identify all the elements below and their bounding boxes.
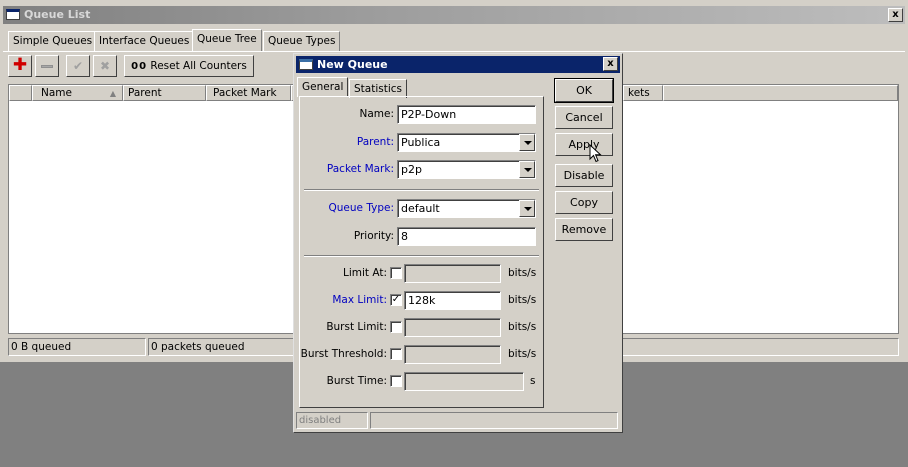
dialog-title: New Queue [317,58,388,71]
tab-simple-queues[interactable]: Simple Queues [8,31,98,51]
dialog-window-icon [299,59,313,70]
packet-mark-label: Packet Mark: [326,163,394,175]
status-queued-bytes: 0 B queued [8,338,146,356]
column-parent[interactable]: Parent [123,85,206,101]
status-queued-packets: 0 packets queued [148,338,294,356]
priority-input[interactable]: 8 [397,227,536,246]
dialog-status: disabled [296,412,368,429]
x-icon: ✖ [99,59,111,73]
packet-mark-select[interactable]: p2p [397,160,536,179]
burst-limit-checkbox[interactable] [390,321,402,333]
dialog-titlebar[interactable]: New Queue x [296,56,620,73]
dialog-status-empty [370,412,618,429]
chevron-down-icon[interactable] [519,200,535,217]
queue-type-value: default [401,202,440,215]
burst-threshold-checkbox[interactable] [390,348,402,360]
status-empty [622,338,899,356]
check-icon: ✔ [72,59,84,73]
column-name-label: Name [41,87,72,99]
burst-time-label: Burst Time: [326,375,387,387]
apply-button[interactable]: Apply [555,133,613,156]
window-icon [6,9,20,20]
parent-select[interactable]: Publica [397,133,536,152]
add-button[interactable]: ✚ [8,55,32,77]
burst-time-unit: s [530,375,536,387]
column-filler [663,85,898,101]
max-limit-checkbox[interactable]: ✓ [390,294,402,306]
burst-threshold-label: Burst Threshold: [300,348,387,360]
queue-type-label: Queue Type: [328,202,395,214]
max-limit-label: Max Limit: [332,294,387,306]
dialog-close-icon[interactable]: x [603,57,618,71]
column-select[interactable] [9,85,32,101]
separator [304,189,539,191]
chevron-down-icon[interactable] [519,134,535,151]
enable-button[interactable]: ✔ [66,55,90,77]
limit-at-input[interactable] [404,264,501,283]
tab-queue-types[interactable]: Queue Types [263,31,341,51]
column-packet-mark[interactable]: Packet Mark [206,85,291,101]
column-packets[interactable]: kets [623,85,663,101]
copy-button[interactable]: Copy [555,191,613,214]
reset-all-counters-label: Reset All Counters [150,60,247,72]
burst-threshold-input[interactable] [404,345,501,364]
max-limit-unit: bits/s [508,294,537,306]
limit-at-label: Limit At: [342,267,387,279]
tab-interface-queues[interactable]: Interface Queues [94,31,195,51]
tab-general[interactable]: General [297,77,349,97]
disable-dialog-button[interactable]: Disable [555,164,613,187]
burst-threshold-unit: bits/s [508,348,537,360]
parent-label: Parent: [356,136,394,148]
close-icon[interactable]: x [888,8,903,22]
remove-button[interactable] [35,55,59,77]
parent-value: Publica [401,136,441,149]
mouse-pointer-icon [589,144,602,163]
new-queue-dialog: New Queue x General Statistics Name: P2P… [293,53,623,433]
name-input[interactable]: P2P-Down [397,105,536,124]
sort-arrow-icon: ▲ [109,89,116,98]
plus-icon: ✚ [12,55,28,75]
burst-time-checkbox[interactable] [390,375,402,387]
burst-limit-label: Burst Limit: [326,321,387,333]
burst-limit-unit: bits/s [508,321,537,333]
packet-mark-value: p2p [401,163,422,176]
queue-list-titlebar[interactable]: Queue List x [3,6,905,24]
remove-dialog-button[interactable]: Remove [555,218,613,241]
queue-type-select[interactable]: default [397,199,536,218]
window-title: Queue List [24,8,91,21]
reset-all-counters-button[interactable]: 00 Reset All Counters [124,55,254,77]
chevron-down-icon[interactable] [519,161,535,178]
disable-button[interactable]: ✖ [93,55,117,77]
column-name[interactable]: Name ▲ [32,85,123,101]
burst-time-input[interactable] [404,372,524,391]
burst-limit-input[interactable] [404,318,501,337]
tab-divider [3,51,905,52]
minus-icon [41,65,53,68]
max-limit-input[interactable]: 128k [404,291,501,310]
ok-button[interactable]: OK [554,78,614,103]
limit-at-unit: bits/s [508,267,537,279]
separator [304,255,539,257]
cancel-button[interactable]: Cancel [555,106,613,129]
name-label: Name: [359,108,394,120]
limit-at-checkbox[interactable] [390,267,402,279]
counter-icon: 00 [131,61,148,72]
tab-queue-tree[interactable]: Queue Tree [192,29,262,51]
priority-label: Priority: [353,230,394,242]
